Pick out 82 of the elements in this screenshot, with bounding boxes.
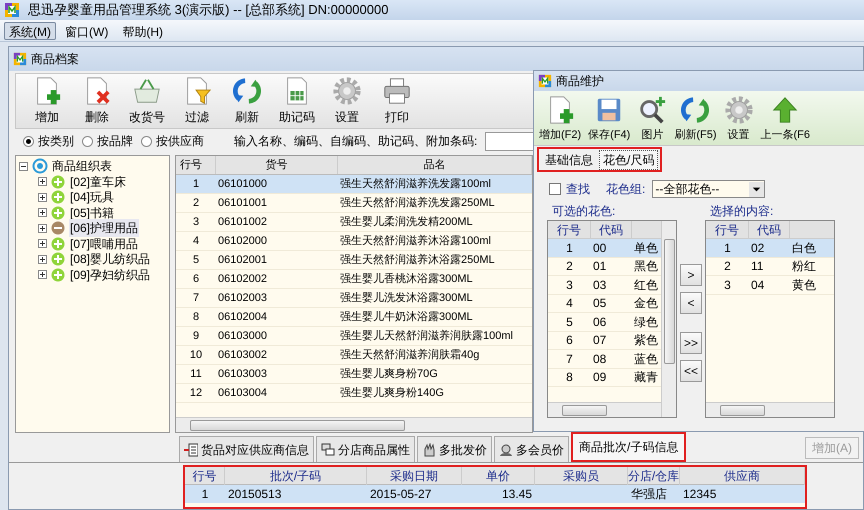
table-cell-text: 04 <box>750 276 766 294</box>
table-cell-text: 4 <box>192 234 200 249</box>
table-cell-text: 黄色 <box>791 276 817 294</box>
table-cell-text: 7 <box>192 290 200 306</box>
table-cell-text: 9 <box>192 328 200 344</box>
list-label: 可选的花色: <box>551 203 616 218</box>
table-cell-text: 5 <box>565 314 574 330</box>
table-cell-text: 强生天然舒润滋养洗发露100ml <box>339 176 492 192</box>
table-cell-text: 06103000 <box>217 328 268 344</box>
table-cell-text: 蓝色 <box>633 350 659 368</box>
table-cell-text: 2015-05-27 <box>369 486 432 503</box>
table-cell-text: 4 <box>565 295 574 312</box>
table-cell-text: 强生婴儿柔润洗发精200ML <box>339 214 474 230</box>
table-cell-text: 强生天然舒润滋养沐浴露100ml <box>339 234 492 249</box>
table-cell-text: 05 <box>592 295 608 312</box>
table-cell-text: 06102004 <box>217 310 268 325</box>
table-cell-text: 02 <box>750 240 766 256</box>
table-cell-text: 06101000 <box>217 176 268 192</box>
table-cell-text: 5 <box>192 252 200 268</box>
table-cell-text: 06103004 <box>217 386 268 401</box>
table-cell-text: 7 <box>565 350 574 368</box>
table-cell-text: 金色 <box>633 295 659 312</box>
table-cell-text: 03 <box>592 276 608 294</box>
table-cell-text: 08 <box>592 350 608 368</box>
table-cell-text: 06103003 <box>217 366 268 382</box>
table-cell-text: 07 <box>592 332 608 349</box>
table-cell-text: 2 <box>723 258 732 275</box>
table-cell-text: 11 <box>750 258 764 275</box>
table-cell-text: 06103002 <box>217 348 268 363</box>
table-cell-text: 06 <box>592 314 608 330</box>
table-cell-text: 单色 <box>633 240 659 256</box>
table-cell-text: 3 <box>723 276 732 294</box>
table-cell-text: 2 <box>192 196 200 211</box>
table-cell-text: 1 <box>200 486 210 503</box>
table-cell-text: 06102001 <box>217 252 268 268</box>
table-cell-text: 强生婴儿牛奶沐浴露300ML <box>339 310 474 325</box>
field-label: 花色组: <box>606 181 646 198</box>
table-cell-text: 红色 <box>633 276 659 294</box>
table-cell-text: 强生婴儿天然舒润滋养润肤露100ml <box>339 328 514 344</box>
table-cell-text: 06101001 <box>217 196 268 211</box>
table-cell-text: 12345 <box>682 486 718 503</box>
table-cell-text: 01 <box>592 258 608 275</box>
list-label: 选择的内容: <box>709 203 774 218</box>
table-cell-text: 8 <box>192 310 200 325</box>
table-cell-text: 粉红 <box>791 258 817 275</box>
table-cell-text: 黑色 <box>633 258 659 275</box>
table-cell-text: 藏青 <box>633 369 659 386</box>
table-cell-text: 绿色 <box>633 314 659 330</box>
table-cell-text: 强生天然舒润滋养洗发露250ML <box>339 196 496 211</box>
table-cell-text: 强生天然舒润滋养沐浴露250ML <box>339 252 496 268</box>
table-cell-text: 强生婴儿洗发沐浴露300ML <box>339 290 474 306</box>
table-cell-text: 强生婴儿香桃沐浴露300ML <box>339 272 474 287</box>
window-title: 商品档案 <box>31 51 79 68</box>
table-cell-text: 白色 <box>791 240 817 256</box>
table-cell-text: 00 <box>592 240 608 256</box>
table-cell-text: 10 <box>188 348 204 363</box>
table-cell-text: 强生婴儿爽身粉140G <box>339 386 445 401</box>
table-cell-text: 紫色 <box>633 332 659 349</box>
table-cell-text: 6 <box>192 272 200 287</box>
table-cell-text: 1 <box>192 176 200 192</box>
table-cell-text: 06102002 <box>217 272 268 287</box>
table-cell-text: 强生天然舒润滋养润肤霜40g <box>339 348 480 363</box>
table-cell-text: 2 <box>565 258 574 275</box>
table-cell-text: 11 <box>189 366 203 382</box>
table-cell-text: 强生婴儿爽身粉70G <box>339 366 439 382</box>
table-cell-text: 06101002 <box>217 214 268 230</box>
table-cell-text: 09 <box>592 369 608 386</box>
table-cell-text: 06102000 <box>217 234 268 249</box>
table-cell-text: 13.45 <box>500 486 533 503</box>
window-title: 思迅孕婴童用品管理系统 3(演示版) -- [总部系统] DN:00000000 <box>28 1 388 20</box>
table-cell-text: 06102003 <box>217 290 268 306</box>
table-cell-text: 3 <box>565 276 574 294</box>
table-cell-text: 1 <box>565 240 574 256</box>
table-cell-text: 3 <box>192 214 200 230</box>
window-title: 商品维护 <box>556 73 604 90</box>
table-cell-text: 12 <box>188 386 204 401</box>
table-cell-text: 20150513 <box>227 486 282 503</box>
table-cell-text: 华强店 <box>630 486 668 503</box>
table-cell-text: 6 <box>565 332 574 349</box>
table-cell-text: 8 <box>565 369 574 386</box>
table-cell-text: 1 <box>723 240 732 256</box>
search-label: 输入名称、编码、自编码、助记码、附加条码: <box>234 133 478 150</box>
